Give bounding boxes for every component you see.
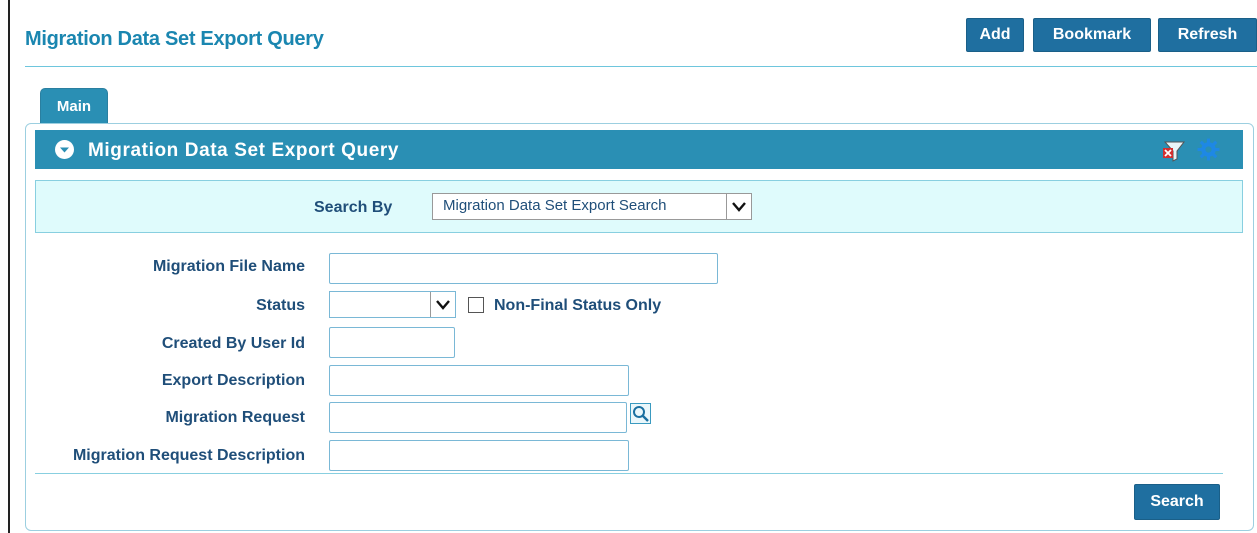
status-label: Status	[256, 297, 305, 314]
created-by-user-id-input[interactable]	[329, 327, 455, 358]
page-title: Migration Data Set Export Query	[25, 28, 324, 50]
window-edge	[8, 0, 10, 533]
migration-request-input[interactable]	[329, 402, 627, 433]
search-by-label: Search By	[314, 199, 393, 216]
status-select[interactable]	[329, 291, 456, 318]
add-button[interactable]: Add	[966, 18, 1024, 52]
migration-file-name-label: Migration File Name	[152, 258, 305, 275]
title-divider	[25, 66, 1257, 67]
search-button[interactable]: Search	[1134, 484, 1220, 520]
export-description-input[interactable]	[329, 365, 629, 396]
bookmark-button[interactable]: Bookmark	[1033, 18, 1151, 52]
migration-request-description-input[interactable]	[329, 440, 629, 471]
non-final-status-checkbox[interactable]	[468, 297, 484, 313]
migration-file-name-input[interactable]	[329, 253, 718, 284]
tab-main[interactable]: Main	[40, 88, 108, 124]
search-by-selected-value: Migration Data Set Export Search	[443, 197, 667, 214]
search-icon[interactable]	[630, 403, 651, 424]
export-description-label: Export Description	[161, 372, 305, 389]
migration-request-description-label: Migration Request Description	[72, 447, 305, 464]
panel-title: Migration Data Set Export Query	[88, 140, 400, 161]
chevron-down-icon	[726, 194, 751, 219]
non-final-status-label: Non-Final Status Only	[494, 297, 662, 314]
refresh-button[interactable]: Refresh	[1158, 18, 1257, 52]
form-divider	[35, 473, 1223, 474]
migration-request-label: Migration Request	[165, 409, 305, 426]
gear-icon[interactable]	[1196, 137, 1221, 162]
chevron-down-icon	[430, 292, 455, 317]
collapse-icon[interactable]	[55, 140, 74, 159]
search-by-select[interactable]: Migration Data Set Export Search	[432, 193, 752, 220]
clear-filter-icon[interactable]	[1162, 138, 1186, 162]
created-by-user-id-label: Created By User Id	[161, 335, 305, 352]
